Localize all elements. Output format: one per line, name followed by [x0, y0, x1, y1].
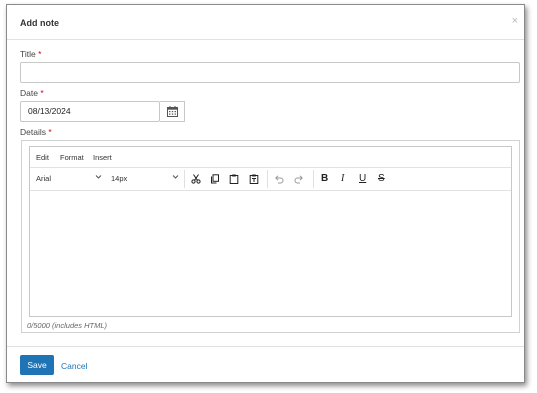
calendar-button[interactable] [160, 101, 185, 122]
paste-text-icon[interactable] [247, 172, 261, 186]
paste-icon[interactable] [227, 172, 241, 186]
cut-icon[interactable] [189, 172, 203, 186]
editor-toolbar: Arial 14px B I U S [30, 168, 511, 191]
menu-format[interactable]: Format [60, 153, 84, 162]
calendar-icon [166, 106, 178, 117]
font-size-select[interactable]: 14px [111, 174, 127, 183]
cancel-button[interactable]: Cancel [61, 361, 87, 371]
required-marker: * [40, 88, 44, 98]
date-input[interactable]: 08/13/2024 [20, 101, 160, 122]
editor-content-area[interactable] [30, 191, 511, 316]
strikethrough-icon[interactable]: S [378, 172, 385, 186]
required-marker: * [38, 49, 42, 59]
toolbar-divider [184, 170, 185, 188]
redo-icon[interactable] [292, 172, 306, 186]
menu-insert[interactable]: Insert [93, 153, 112, 162]
font-family-select[interactable]: Arial [36, 174, 51, 183]
title-label-text: Title [20, 49, 36, 59]
details-field: Edit Format Insert Arial 14px B I U S [21, 140, 520, 333]
rich-text-editor: Edit Format Insert Arial 14px B I U S [29, 146, 512, 317]
underline-icon[interactable]: U [359, 172, 366, 186]
editor-menubar: Edit Format Insert [30, 147, 511, 168]
save-button[interactable]: Save [20, 355, 54, 375]
details-label-text: Details [20, 127, 46, 137]
copy-icon[interactable] [208, 172, 222, 186]
toolbar-divider [313, 170, 314, 188]
title-input[interactable] [20, 62, 520, 83]
character-counter: 0/5000 (includes HTML) [27, 321, 108, 330]
title-label: Title * [20, 49, 41, 59]
date-label: Date * [20, 88, 44, 98]
close-icon[interactable]: × [512, 15, 518, 27]
toolbar-divider [267, 170, 268, 188]
menu-edit[interactable]: Edit [36, 153, 49, 162]
add-note-dialog: Add note × Title * Date * 08/13/2024 Det… [6, 4, 525, 383]
chevron-down-icon [95, 173, 102, 182]
italic-icon[interactable]: I [341, 172, 344, 186]
undo-icon[interactable] [272, 172, 286, 186]
chevron-down-icon [172, 173, 179, 182]
details-label: Details * [20, 127, 52, 137]
footer-divider [7, 346, 524, 347]
date-label-text: Date [20, 88, 38, 98]
dialog-title: Add note [20, 18, 59, 28]
bold-icon[interactable]: B [321, 172, 328, 186]
required-marker: * [48, 127, 52, 137]
date-input-value: 08/13/2024 [28, 106, 71, 116]
dialog-header: Add note × [7, 5, 524, 40]
